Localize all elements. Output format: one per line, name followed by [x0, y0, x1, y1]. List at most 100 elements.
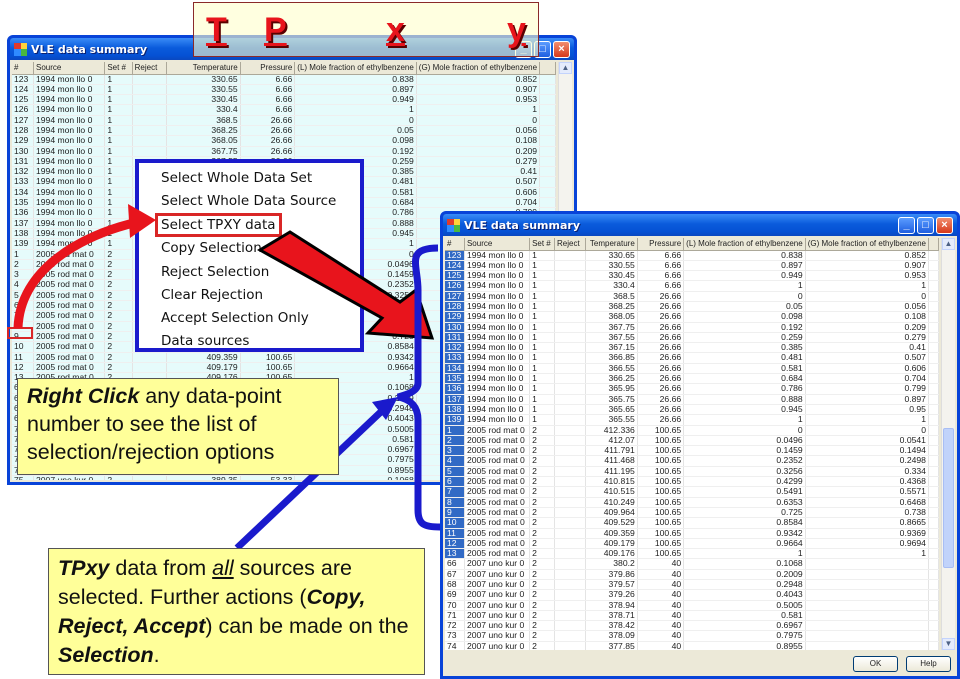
column-header[interactable]: Pressure [240, 62, 296, 75]
table-row[interactable]: 129 1994 mon llo 0 1 368.05 26.66 0.098 0.108 [12, 135, 556, 147]
table-row[interactable]: 1331994 mon llo 01 366.8526.660.4810.507 [445, 352, 939, 364]
table-row[interactable]: 12005 rod mat 02412.336100.6500 [445, 425, 939, 436]
row-number[interactable]: 5 [445, 466, 465, 478]
column-header[interactable]: # [445, 238, 465, 251]
row-number[interactable]: 139 [12, 238, 34, 250]
scrollbar-thumb[interactable] [943, 428, 954, 568]
row-number[interactable]: 126 [12, 104, 34, 116]
table-row[interactable]: 128 1994 mon llo 0 1 368.25 26.66 0.05 0.056 [445, 301, 939, 313]
row-number[interactable]: 68 [445, 579, 465, 591]
row-number[interactable]: 12 [12, 362, 34, 374]
row-number[interactable]: 135 [445, 373, 465, 385]
row-number[interactable]: 133 [12, 176, 34, 188]
table-row[interactable]: 130 1994 mon llo 0 1 367.75 26.66 0.192 0.209 [12, 146, 556, 157]
row-number[interactable]: 6 [445, 476, 465, 488]
vertical-scrollbar[interactable]: ▲ ▼ [941, 238, 955, 650]
row-number[interactable]: 72 [445, 620, 465, 632]
row-number[interactable]: 134 [445, 363, 465, 375]
row-number[interactable]: 127 [445, 291, 465, 302]
scroll-up-icon[interactable]: ▲ [559, 62, 572, 74]
row-number[interactable]: 74 [445, 641, 465, 650]
table-row[interactable]: 1321994 mon llo 01 367.1526.660.3850.41 [445, 342, 939, 354]
table-row[interactable]: 124 1994 mon llo 0 1 330.55 6.66 0.897 0.907 [12, 84, 556, 96]
table-row[interactable]: 122005 rod mat 02 409.179100.650.96640.96… [445, 538, 939, 550]
right-titlebar[interactable]: VLE data summary _ □ × [443, 214, 957, 236]
table-row[interactable]: 125 1994 mon llo 0 1 330.45 6.66 0.949 0.953 [12, 94, 556, 106]
table-row[interactable]: 1391994 mon llo 01365.5526.6611 [445, 414, 939, 426]
row-number[interactable]: 130 [12, 146, 34, 157]
table-row[interactable]: 82005 rod mat 02 410.249100.650.63530.646… [445, 497, 939, 508]
row-number[interactable]: 7 [445, 486, 465, 498]
row-number[interactable]: 13 [445, 548, 465, 560]
column-header[interactable]: Source [33, 62, 106, 75]
menu-item-select-tpxy-data[interactable]: Select TPXY data [155, 213, 282, 238]
table-row[interactable]: 702007 uno kur 02 378.94400.5005 [445, 600, 939, 611]
row-number[interactable]: 6 [12, 300, 34, 312]
table-row[interactable]: 52005 rod mat 02 411.195100.650.32560.334 [445, 466, 939, 478]
table-row[interactable]: 129 1994 mon llo 0 1 368.05 26.66 0.098 0.108 [445, 311, 939, 323]
table-row[interactable]: 722007 uno kur 02 378.42400.6967 [445, 620, 939, 632]
maximize-button[interactable]: □ [917, 216, 934, 234]
table-row[interactable]: 102005 rod mat 02 409.529100.650.85840.86… [445, 517, 939, 529]
row-number[interactable]: 9 [445, 507, 465, 519]
table-row[interactable]: 125 1994 mon llo 0 1 330.45 6.66 0.949 0.953 [445, 270, 939, 282]
row-number[interactable]: 66 [445, 558, 465, 570]
row-number[interactable]: 130 [445, 322, 465, 333]
row-number[interactable]: 139 [445, 414, 465, 426]
menu-item-reject-selection[interactable]: Reject Selection [161, 261, 360, 284]
table-row[interactable]: 1351994 mon llo 01 366.2526.660.6840.704 [445, 373, 939, 385]
row-number[interactable]: 11 [445, 528, 465, 539]
row-number[interactable]: 137 [445, 394, 465, 405]
row-number[interactable]: 2 [12, 259, 34, 271]
row-number[interactable]: 132 [12, 166, 34, 178]
table-row[interactable]: 126 1994 mon llo 0 1 330.4 6.66 1 1 [12, 104, 556, 116]
row-number[interactable]: 4 [445, 455, 465, 467]
menu-item-clear-rejection[interactable]: Clear Rejection [161, 284, 360, 307]
row-number[interactable]: 126 [445, 280, 465, 292]
column-header[interactable]: Temperature [166, 62, 241, 75]
table-row[interactable]: 692007 uno kur 02 379.26400.4043 [445, 589, 939, 601]
column-header[interactable]: Reject [554, 238, 586, 251]
column-header[interactable]: Source [464, 238, 531, 251]
menu-item-accept-selection-only[interactable]: Accept Selection Only [161, 307, 360, 330]
row-number[interactable]: 67 [445, 569, 465, 581]
table-row[interactable]: 92005 rod mat 02 409.964100.650.7250.738 [445, 507, 939, 519]
row-number[interactable]: 135 [12, 197, 34, 209]
row-number[interactable]: 136 [445, 383, 465, 395]
table-row[interactable]: 1381994 mon llo 01 365.6526.660.9450.95 [445, 404, 939, 416]
row-number[interactable]: 128 [445, 301, 465, 313]
row-number[interactable]: 125 [12, 94, 34, 106]
row-number[interactable]: 131 [12, 156, 34, 168]
table-row[interactable]: 128 1994 mon llo 0 1 368.25 26.66 0.05 0.056 [12, 125, 556, 137]
row-number[interactable]: 11 [12, 352, 34, 363]
row-number[interactable]: 2 [445, 435, 465, 447]
column-header[interactable]: Set # [104, 62, 133, 75]
column-header[interactable]: (G) Mole fraction of ethylbenzene [416, 62, 541, 75]
ok-button[interactable]: OK [853, 656, 898, 672]
table-row[interactable]: 42005 rod mat 02 411.468100.650.23520.249… [445, 455, 939, 467]
row-number[interactable]: 12 [445, 538, 465, 550]
row-number[interactable]: 75 [12, 475, 34, 480]
row-number[interactable]: 132 [445, 342, 465, 354]
row-number[interactable]: 3 [12, 269, 34, 281]
table-row[interactable]: 732007 uno kur 02 378.09400.7975 [445, 630, 939, 642]
table-row[interactable]: 130 1994 mon llo 0 1 367.75 26.66 0.192 0.209 [445, 322, 939, 333]
row-number[interactable]: 125 [445, 270, 465, 282]
row-number[interactable]: 137 [12, 218, 34, 229]
row-number[interactable]: 10 [12, 341, 34, 353]
table-row[interactable]: 1371994 mon llo 01 365.7526.660.8880.897 [445, 394, 939, 405]
help-button[interactable]: Help [906, 656, 951, 672]
table-row[interactable]: 112005 rod mat 02 409.359100.650.93420.93… [445, 528, 939, 539]
row-number[interactable]: 131 [445, 332, 465, 344]
row-number[interactable]: 7 [12, 310, 34, 322]
scroll-up-icon[interactable]: ▲ [942, 238, 955, 250]
table-row[interactable]: 124 1994 mon llo 0 1 330.55 6.66 0.897 0.907 [445, 260, 939, 272]
row-number[interactable]: 136 [12, 207, 34, 219]
menu-item-data-sources[interactable]: Data sources [161, 330, 360, 353]
row-number[interactable]: 129 [12, 135, 34, 147]
row-number[interactable]: 124 [445, 260, 465, 272]
table-row[interactable]: 712007 uno kur 02 378.71400.581 [445, 610, 939, 622]
table-row[interactable]: 682007 uno kur 02 379.57400.2948 [445, 579, 939, 591]
table-row[interactable]: 1361994 mon llo 01 365.9526.660.7860.799 [445, 383, 939, 395]
row-number[interactable]: 123 [12, 74, 34, 85]
